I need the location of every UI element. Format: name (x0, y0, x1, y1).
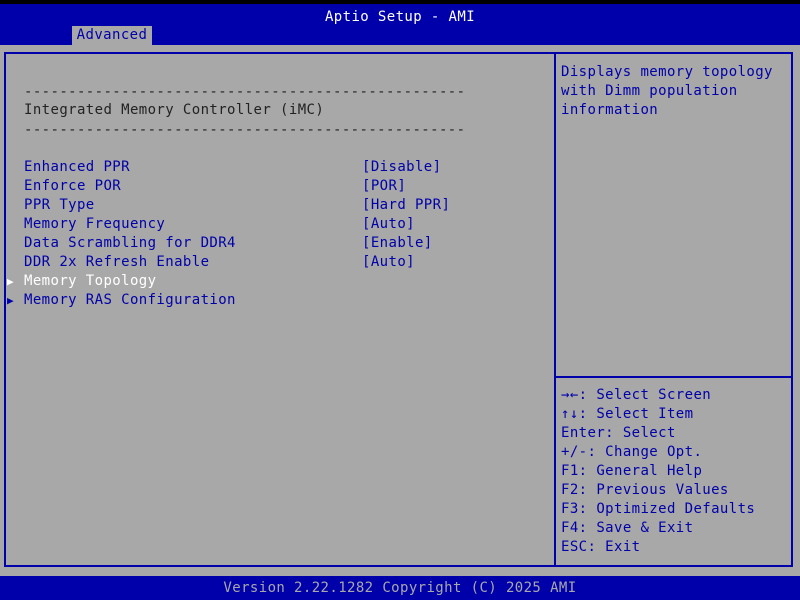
key-legend-f1: F1: General Help (561, 463, 703, 479)
key-legend-select-screen: →←: Select Screen (561, 387, 712, 403)
help-line: information (561, 102, 659, 118)
setting-enhanced-ppr-label[interactable]: Enhanced PPR (24, 158, 130, 177)
setting-ppr-type-label[interactable]: PPR Type (24, 196, 95, 215)
arrow-left-right-icon: →← (561, 387, 579, 403)
separator-top: ----------------------------------------… (24, 84, 466, 100)
main-panel: ----------------------------------------… (0, 45, 800, 576)
submenu-arrow-icon: ▶ (7, 294, 15, 307)
submenu-arrow-icon: ▶ (7, 275, 15, 288)
setting-ddr-refresh-value[interactable]: [Auto] (362, 253, 415, 272)
setting-memory-frequency-label[interactable]: Memory Frequency (24, 215, 165, 234)
footer-bar: Version 2.22.1282 Copyright (C) 2025 AMI (0, 576, 800, 600)
key-legend-f2: F2: Previous Values (561, 482, 729, 498)
key-legend-f4: F4: Save & Exit (561, 520, 694, 536)
version-text: Version 2.22.1282 Copyright (C) 2025 AMI (223, 580, 577, 596)
key-legend-esc: ESC: Exit (561, 539, 641, 555)
setting-enhanced-ppr-value[interactable]: [Disable] (362, 158, 441, 177)
section-heading: Integrated Memory Controller (iMC) (24, 102, 325, 118)
submenu-memory-topology[interactable]: Memory Topology (24, 272, 156, 291)
arrow-up-down-icon: ↑↓ (561, 406, 579, 422)
help-line: with Dimm population (561, 83, 738, 99)
help-divider (556, 376, 793, 378)
title-bar: Aptio Setup - AMI Advanced (0, 0, 800, 45)
help-line: Displays memory topology (561, 64, 773, 80)
setting-ddr-refresh-label[interactable]: DDR 2x Refresh Enable (24, 253, 209, 272)
setting-enforce-por-label[interactable]: Enforce POR (24, 177, 121, 196)
setting-data-scrambling-label[interactable]: Data Scrambling for DDR4 (24, 234, 236, 253)
vertical-divider (554, 52, 556, 567)
setting-enforce-por-value[interactable]: [POR] (362, 177, 406, 196)
setting-data-scrambling-value[interactable]: [Enable] (362, 234, 433, 253)
app-title: Aptio Setup - AMI (324, 9, 476, 25)
key-legend-enter: Enter: Select (561, 425, 676, 441)
submenu-memory-ras-configuration[interactable]: Memory RAS Configuration (24, 291, 236, 310)
key-legend-change-opt: +/-: Change Opt. (561, 444, 703, 460)
key-legend-f3: F3: Optimized Defaults (561, 501, 756, 517)
tab-advanced[interactable]: Advanced (72, 26, 152, 45)
key-legend-select-item: ↑↓: Select Item (561, 406, 694, 422)
separator-bottom: ----------------------------------------… (24, 122, 466, 138)
setting-ppr-type-value[interactable]: [Hard PPR] (362, 196, 450, 215)
setting-memory-frequency-value[interactable]: [Auto] (362, 215, 415, 234)
